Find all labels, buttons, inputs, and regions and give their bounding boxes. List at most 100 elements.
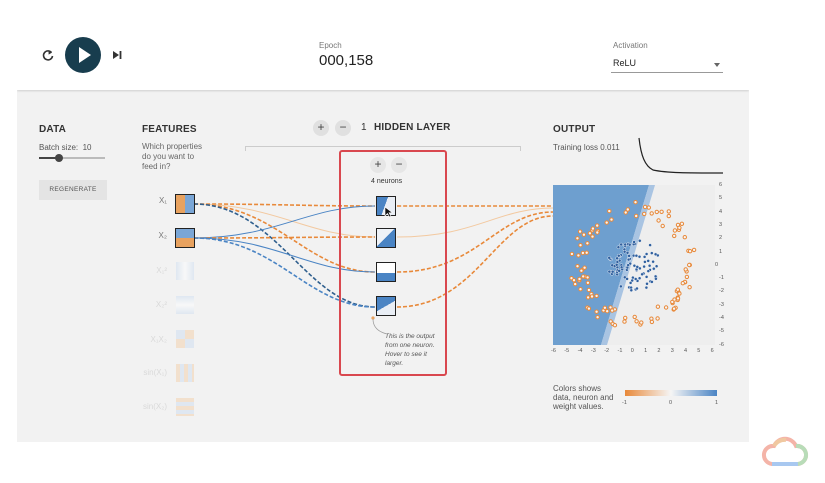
feature-label-x2: X₂	[158, 231, 167, 240]
x-tick-label: 3	[670, 348, 674, 354]
data-point-blue	[629, 288, 634, 293]
data-point-orange	[672, 228, 678, 233]
data-point-blue	[627, 254, 631, 258]
data-point-blue	[627, 243, 632, 247]
loss-curve-chart	[638, 137, 723, 174]
scale-tick-zero: 0	[669, 400, 673, 406]
data-point-orange	[675, 296, 681, 301]
feature-node-sinx2[interactable]	[176, 398, 194, 416]
data-point-blue	[617, 253, 621, 258]
data-point-orange	[642, 211, 647, 217]
data-point-orange	[590, 234, 595, 239]
data-point-orange	[585, 275, 590, 280]
data-point-blue	[644, 252, 649, 256]
data-point-orange	[655, 316, 660, 321]
data-point-blue	[632, 263, 637, 268]
data-point-orange	[666, 213, 672, 219]
data-point-orange	[595, 223, 600, 228]
color-scale-bar	[625, 390, 717, 396]
data-point-blue	[650, 280, 654, 284]
data-point-orange	[582, 265, 587, 270]
data-point-orange	[659, 209, 664, 214]
data-point-orange	[612, 323, 618, 328]
data-point-orange	[581, 274, 586, 279]
data-point-orange	[573, 281, 578, 287]
data-point-orange	[646, 205, 652, 210]
y-tick-label: -6	[719, 341, 724, 348]
data-point-blue	[645, 282, 649, 286]
feature-node-x2[interactable]	[175, 228, 195, 248]
y-tick-label: 6	[719, 182, 723, 188]
data-point-orange	[610, 308, 615, 313]
scale-tick-pos: 1	[715, 400, 719, 406]
y-tick-label: 4	[719, 208, 723, 215]
data-point-blue	[611, 269, 615, 274]
feature-node-x1x2[interactable]	[176, 330, 194, 348]
y-tick-label: -3	[719, 301, 724, 308]
data-point-orange	[577, 276, 582, 282]
data-point-orange	[575, 236, 580, 241]
data-point-orange	[655, 304, 661, 309]
add-layer-button[interactable]: +	[313, 120, 329, 136]
data-point-orange	[663, 305, 669, 310]
data-point-orange	[691, 247, 697, 253]
data-point-orange	[649, 319, 655, 325]
x-tick-label: 1	[644, 348, 648, 354]
data-point-blue	[653, 274, 658, 279]
x-tick-label: -2	[604, 348, 610, 354]
feature-node-x1sq[interactable]	[176, 262, 194, 280]
y-tick-label: 0	[715, 261, 719, 268]
data-point-orange	[590, 226, 596, 231]
data-point-blue	[646, 259, 650, 263]
data-point-blue	[644, 285, 649, 290]
x-tick-label: -6	[551, 348, 556, 354]
data-point-blue	[625, 251, 630, 255]
x-tick-label: -5	[564, 348, 570, 354]
y-tick-label: 3	[719, 221, 723, 228]
data-point-orange	[594, 293, 599, 299]
data-point-blue	[650, 251, 654, 255]
feature-node-x2sq[interactable]	[176, 296, 194, 314]
data-point-orange	[584, 250, 589, 255]
x-tick-label: 4	[684, 348, 688, 354]
highlight-box	[339, 150, 447, 376]
feature-node-x1[interactable]	[175, 194, 195, 214]
data-point-orange	[623, 315, 628, 321]
data-point-orange	[586, 306, 592, 311]
data-point-orange	[585, 295, 591, 300]
data-point-orange	[684, 274, 690, 280]
x-tick-label: 2	[657, 348, 661, 354]
data-point-blue	[642, 264, 646, 269]
x-tick-label: 0	[630, 348, 634, 354]
remove-layer-button[interactable]: −	[335, 120, 351, 136]
output-heatmap[interactable]	[553, 185, 715, 345]
feature-label-x2sq: X₂²	[155, 300, 167, 309]
data-point-orange	[639, 320, 644, 325]
feature-node-sinx1[interactable]	[176, 364, 194, 382]
data-point-blue	[647, 263, 652, 268]
feature-label-x1x2: X₁X₂	[150, 335, 167, 344]
data-point-blue	[631, 253, 636, 258]
data-point-orange	[595, 315, 600, 320]
y-tick-label: 1	[719, 248, 723, 255]
data-point-orange	[594, 309, 599, 314]
data-point-blue	[644, 275, 649, 279]
data-point-orange	[634, 213, 639, 219]
data-point-orange	[687, 249, 693, 254]
data-point-blue	[615, 263, 619, 267]
data-point-orange	[680, 281, 686, 286]
data-point-blue	[631, 275, 635, 280]
playground-frame: Epoch 000,158 Activation ReLU DATA Batch…	[17, 24, 749, 442]
data-point-orange	[682, 235, 688, 240]
hidden-layer-title: HIDDEN LAYER	[374, 122, 451, 133]
data-point-blue	[635, 286, 639, 291]
data-point-orange	[577, 229, 583, 234]
data-point-orange	[595, 230, 600, 235]
data-point-orange	[622, 319, 627, 324]
y-tick-label: -5	[719, 328, 724, 335]
output-x-ticks: -6 -5 -4 -3 -2 -1 0 1 2 3 4 5 6	[549, 348, 717, 356]
data-point-orange	[575, 264, 580, 269]
feature-label-x1: X₁	[158, 196, 167, 205]
data-point-orange	[683, 267, 688, 272]
data-point-blue	[623, 242, 627, 247]
